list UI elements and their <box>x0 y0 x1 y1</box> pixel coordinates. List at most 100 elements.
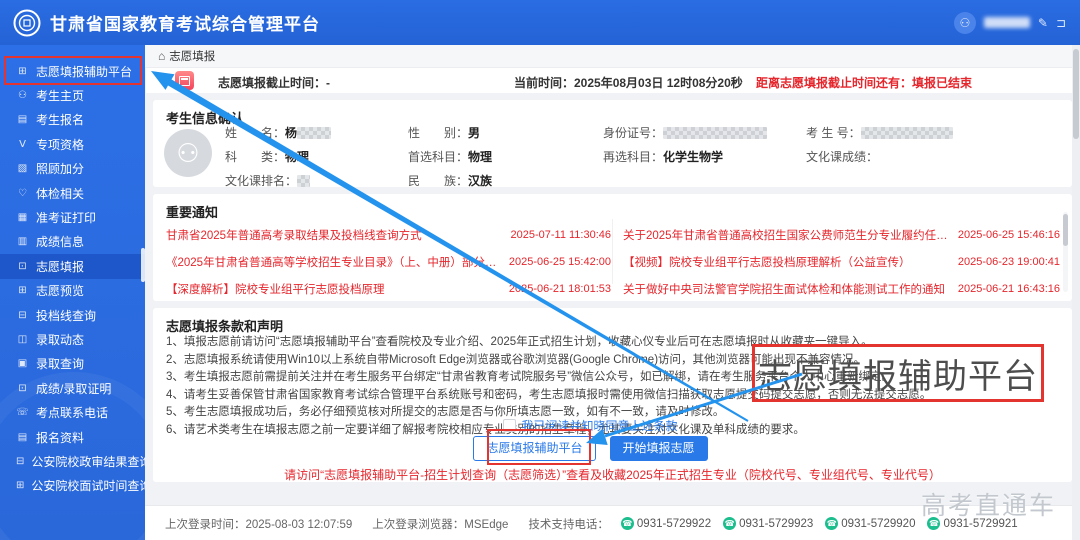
sidebar-item-candidate-home[interactable]: ⚇ 考生主页 <box>0 83 145 107</box>
column-divider <box>612 219 613 284</box>
sidebar-item-candidate-register[interactable]: ▤ 考生报名 <box>0 108 145 132</box>
support-phone: ☎ 0931-5729920 <box>825 517 916 530</box>
header-user-area: ⚇ ✎ ⊐ <box>953 0 1066 45</box>
redacted-value <box>860 127 953 139</box>
sidebar-item-police-interview-time[interactable]: ⊞ 公安院校面试时间查询 <box>0 474 145 498</box>
sidebar-item-ticket-print[interactable]: ▦ 准考证打印 <box>0 205 145 229</box>
edit-profile-icon[interactable]: ✎ <box>1038 16 1048 30</box>
field-gender: 性 别：男 <box>408 126 481 140</box>
username-redacted <box>983 17 1030 28</box>
sidebar-item-assist-platform[interactable]: ⊞ 志愿填报辅助平台 <box>0 59 145 83</box>
sidebar-item-label: 公安院校面试时间查询 <box>31 479 145 494</box>
sidebar-item-label: 体检相关 <box>36 186 85 201</box>
field-culture-score: 文化课成绩： <box>806 150 879 164</box>
sidebar-item-label: 成绩/录取证明 <box>36 381 112 396</box>
person-icon: ⚇ <box>18 90 27 102</box>
search-box-icon: ⊟ <box>18 309 27 321</box>
sidebar-item-physical-exam[interactable]: ♡ 体检相关 <box>0 181 145 205</box>
notice-link[interactable]: 关于2025年甘肃省普通高校招生国家公费师范生分专业履约任教范围分配的公告202… <box>623 221 1060 248</box>
top-header: 甘肃省国家教育考试综合管理平台 ⚇ ✎ ⊐ <box>0 0 1080 45</box>
form-icon: ▤ <box>17 114 28 126</box>
red-instruction-text: 请访问“志愿填报辅助平台-招生计划查询（志愿筛选）”查看及收藏2025年正式招生… <box>284 468 941 482</box>
phone-icon: ☎ <box>723 517 737 530</box>
app-window: 甘肃省国家教育考试综合管理平台 ⚇ ✎ ⊐ ⊞ 志愿填报辅助平台 ⚇ 考生主页 ▤ 考… <box>0 0 1080 540</box>
sidebar-item-label: 照顾加分 <box>36 162 85 177</box>
terms-card: 志愿填报条款和声明 1、填报志愿前请访问“志愿填报辅助平台”查看院校及专业介绍、… <box>153 308 1072 482</box>
check-icon: Ⅴ <box>19 138 26 150</box>
deadline-text: 志愿填报截止时间：- <box>218 76 331 90</box>
field-idcard: 身份证号： <box>603 124 768 141</box>
phone-icon: ☎ <box>825 517 839 530</box>
calendar-alert-icon <box>175 71 194 90</box>
sidebar-item-special-qualification[interactable]: Ⅴ 专项资格 <box>0 132 145 156</box>
notices-section-title: 重要通知 <box>166 205 219 220</box>
watermark-text: 高考直通车 <box>920 492 1056 520</box>
phone-icon: ☏ <box>16 407 29 419</box>
field-first-subject: 首选科目：物理 <box>408 150 493 164</box>
notice-link[interactable]: 《2025年甘肃省普通高等学校招生专业目录》（上、中册）部分内容调整说明2025… <box>166 248 611 275</box>
sidebar-item-care-bonus[interactable]: ▧ 照顾加分 <box>0 157 145 181</box>
redacted-value <box>663 127 768 139</box>
preview-icon: ⊞ <box>18 285 27 297</box>
page-scrollbar[interactable] <box>1072 45 1080 540</box>
list-icon: ▥ <box>17 236 28 248</box>
start-fill-button[interactable]: 开始填报志愿 <box>609 436 708 461</box>
last-login-browser: 上次登录浏览器：MSEdge <box>372 518 509 531</box>
sidebar-item-register-material[interactable]: ▤ 报名资料 <box>0 425 145 449</box>
edit-box-icon: ⊡ <box>18 260 27 272</box>
field-second-subject: 再选科目：化学生物学 <box>603 150 724 164</box>
sidebar-item-score-cert[interactable]: ⊡ 成绩/录取证明 <box>0 376 145 400</box>
notice-link[interactable]: 【深度解析】院校专业组平行志愿投档原理 2025-06-21 18:01:53 <box>166 275 611 302</box>
sidebar-item-admission-query[interactable]: ▣ 录取查询 <box>0 352 145 376</box>
field-nation: 民 族：汉族 <box>408 174 493 188</box>
sidebar-item-volunteer-preview[interactable]: ⊞ 志愿预览 <box>0 279 145 303</box>
sidebar-item-exam-site-phone[interactable]: ☏ 考点联系电话 <box>0 400 145 424</box>
notice-link[interactable]: 关于做好中央司法警官学院招生面试体检和体能测试工作的通知 2025-06-21 1… <box>623 275 1060 302</box>
notice-link[interactable]: 甘肃省2025年普通高考录取结果及投档线查询方式 2025-07-11 11:30… <box>166 221 611 248</box>
agree-row: 我已阅读并知晓同意上述条款 <box>131 417 1050 435</box>
sidebar-scrollbar-thumb[interactable] <box>141 248 145 282</box>
breadcrumb: ⌂ 志愿填报 <box>158 48 215 64</box>
countdown-text: 距离志愿填报截止时间还有：填报已结束 <box>756 76 973 90</box>
terms-item: 4、请考生妥善保管甘肃省国家教育考试综合管理平台系统账号和密码，考生志愿填报时需… <box>166 388 932 401</box>
sidebar-item-admission-dynamics[interactable]: ◫ 录取动态 <box>0 327 145 351</box>
notices-card: 重要通知 甘肃省2025年普通高考录取结果及投档线查询方式 2025-07-11 … <box>153 194 1072 301</box>
breadcrumb-label: 志愿填报 <box>169 51 216 63</box>
sidebar-item-label: 成绩信息 <box>36 235 85 250</box>
breadcrumb-bar: ⌂ 志愿填报 <box>145 45 1080 68</box>
assist-platform-button[interactable]: 志愿填报辅助平台 <box>473 436 596 461</box>
shield-icon: ⊟ <box>16 455 25 467</box>
sidebar-item-volunteer-fill[interactable]: ⊡ 志愿填报 <box>0 254 145 279</box>
sidebar-item-label: 投档线查询 <box>36 308 97 323</box>
sidebar-item-label: 考点联系电话 <box>36 406 109 421</box>
terms-item: 3、考生填报志愿前需提前关注并在考生服务平台绑定“甘肃省教育考试院服务号”微信公… <box>166 371 894 383</box>
sidebar-item-label: 考生主页 <box>36 89 85 104</box>
page-title: 甘肃省国家教育考试综合管理平台 <box>50 15 320 34</box>
clock-icon: ⊞ <box>16 480 25 492</box>
redacted-value <box>297 175 311 187</box>
redacted-value <box>297 127 332 139</box>
doc-icon: ▣ <box>17 358 28 370</box>
notice-link[interactable]: 【视频】院校专业组平行志愿投档原理解析（公益宣传） 2025-06-23 19:0… <box>623 248 1060 275</box>
field-culture-rank: 文化课排名： <box>225 172 311 189</box>
terms-item: 1、填报志愿前请访问“志愿填报辅助平台”查看院校及专业介绍、2025年正式招生计… <box>166 336 873 348</box>
sidebar-item-police-review-result[interactable]: ⊟ 公安院校政审结果查询 <box>0 449 145 473</box>
support-phone-label: 技术支持电话： <box>528 518 609 531</box>
platform-logo-icon <box>13 9 41 36</box>
columns-icon: ◫ <box>17 333 28 345</box>
cert-icon: ⊡ <box>18 382 27 394</box>
agree-link[interactable]: 我已阅读并知晓同意上述条款 <box>521 419 677 433</box>
notices-scrollbar[interactable] <box>1063 212 1068 292</box>
badge-icon: ▧ <box>17 163 28 175</box>
user-avatar-icon[interactable]: ⚇ <box>953 11 976 34</box>
current-time-text: 当前时间：2025年08月03日 12时08分20秒 <box>514 76 743 90</box>
logout-icon[interactable]: ⊐ <box>1056 16 1066 30</box>
sidebar-item-label: 志愿填报 <box>36 259 85 274</box>
sidebar-item-file-line-query[interactable]: ⊟ 投档线查询 <box>0 303 145 327</box>
printer-icon: ▦ <box>17 212 28 224</box>
sidebar-item-label: 报名资料 <box>36 430 85 445</box>
sidebar-item-label: 考生报名 <box>36 113 85 128</box>
field-exam-no: 考 生 号： <box>806 124 953 141</box>
sidebar-item-score-info[interactable]: ▥ 成绩信息 <box>0 230 145 254</box>
agree-checkbox[interactable] <box>503 419 517 432</box>
